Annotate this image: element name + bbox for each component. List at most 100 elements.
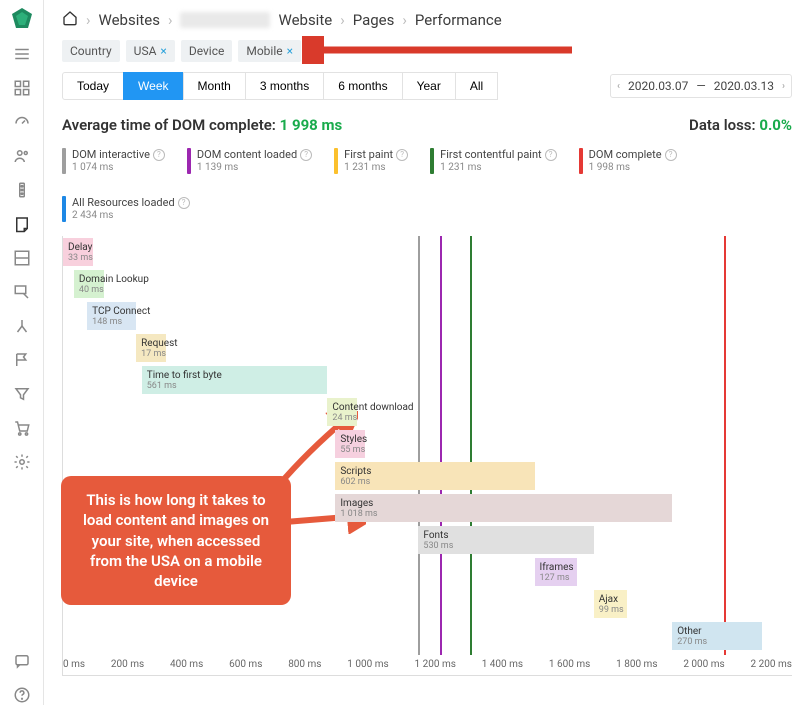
note-icon[interactable]: [12, 214, 32, 234]
chevron-right-icon: ›: [340, 11, 345, 29]
traffic-icon[interactable]: [12, 180, 32, 200]
cart-icon[interactable]: [12, 418, 32, 438]
axis-tick: 800 ms: [288, 659, 321, 675]
range-3months[interactable]: 3 months: [245, 72, 324, 100]
axis-tick: 2 000 ms: [683, 659, 724, 675]
waterfall-bar[interactable]: Time to first byte561 ms: [142, 366, 328, 394]
waterfall-bar[interactable]: Ajax99 ms: [594, 590, 627, 618]
breadcrumb: › Websites › Website › Pages › Performan…: [62, 10, 792, 30]
waterfall-bar[interactable]: Images1 018 ms: [335, 494, 672, 522]
waterfall-bar[interactable]: Iframes127 ms: [535, 558, 577, 586]
waterfall-bar[interactable]: Scripts602 ms: [335, 462, 534, 490]
bc-sitename-blurred: [180, 12, 270, 28]
waterfall-bar[interactable]: Delay33 ms: [63, 238, 93, 266]
axis-tick: 400 ms: [170, 659, 203, 675]
legend-item[interactable]: DOM interactive ? 1 074 ms: [62, 148, 165, 174]
home-icon[interactable]: [62, 10, 78, 30]
waterfall-bar[interactable]: Request17 ms: [136, 334, 166, 362]
help-icon[interactable]: ?: [396, 149, 408, 161]
kpi-loss-value: 0.0%: [759, 116, 792, 134]
sidebar: [0, 0, 44, 705]
chart-legend: DOM interactive ? 1 074 ms DOM content l…: [62, 148, 792, 222]
date-from: 2020.03.07: [628, 79, 688, 93]
help-icon[interactable]: ?: [153, 149, 165, 161]
waterfall-bar[interactable]: TCP Connect148 ms: [87, 302, 136, 330]
metric-vline: [440, 236, 442, 655]
chevron-right-icon: ›: [402, 11, 407, 29]
help-icon[interactable]: ?: [665, 149, 677, 161]
chevron-right-icon: ›: [86, 11, 91, 29]
date-to: 2020.03.13: [714, 79, 774, 93]
axis-tick: 0 ms: [63, 659, 85, 675]
range-all[interactable]: All: [455, 72, 498, 100]
legend-item[interactable]: DOM complete ? 1 998 ms: [579, 148, 677, 174]
kpi-loss-label: Data loss:: [689, 116, 756, 134]
axis-tick: 1 200 ms: [415, 659, 456, 675]
chevron-left-icon[interactable]: ‹: [617, 81, 620, 92]
legend-item[interactable]: First contentful paint ? 1 231 ms: [430, 148, 557, 174]
legend-item[interactable]: DOM content loaded ? 1 139 ms: [187, 148, 312, 174]
chevron-right-icon[interactable]: ›: [782, 81, 785, 92]
close-icon[interactable]: ×: [160, 44, 166, 58]
axis-tick: 600 ms: [229, 659, 262, 675]
range-year[interactable]: Year: [402, 72, 456, 100]
waterfall-bar[interactable]: Styles55 ms: [335, 430, 365, 458]
gear-icon[interactable]: [12, 452, 32, 472]
range-6months[interactable]: 6 months: [323, 72, 402, 100]
axis-tick: 1 600 ms: [549, 659, 590, 675]
date-picker[interactable]: ‹ 2020.03.07 — 2020.03.13 ›: [610, 74, 792, 98]
legend-item[interactable]: First paint ? 1 231 ms: [334, 148, 408, 174]
annotation-callout: This is how long it takes to load conten…: [61, 476, 291, 605]
dashboard-icon[interactable]: [12, 78, 32, 98]
flag-icon[interactable]: [12, 350, 32, 370]
bc-websites[interactable]: Websites: [99, 11, 160, 29]
chat-icon[interactable]: [12, 651, 32, 671]
bc-site[interactable]: Website: [278, 11, 332, 29]
metric-vline: [724, 236, 726, 655]
axis-tick: 200 ms: [111, 659, 144, 675]
chip-device-value[interactable]: Mobile×: [238, 40, 301, 62]
chip-country-value[interactable]: USA×: [126, 40, 175, 62]
help-icon[interactable]: ?: [300, 149, 312, 161]
waterfall-bar[interactable]: Domain Lookup40 ms: [74, 270, 104, 298]
waterfall-bar[interactable]: Content download24 ms: [327, 398, 357, 426]
range-today[interactable]: Today: [62, 72, 124, 100]
help-icon[interactable]: ?: [545, 149, 557, 161]
kpi-avg-label: Average time of DOM complete:: [62, 116, 276, 134]
help-icon[interactable]: ?: [178, 197, 190, 209]
metric-vline: [470, 236, 472, 655]
chip-country-label: Country: [62, 40, 120, 62]
bc-performance: Performance: [415, 11, 502, 29]
metric-vline: [418, 236, 420, 655]
range-month[interactable]: Month: [183, 72, 246, 100]
main-content: › Websites › Website › Pages › Performan…: [44, 0, 800, 705]
app-logo: [10, 6, 34, 30]
gauge-icon[interactable]: [12, 112, 32, 132]
kpi-avg-value: 1 998 ms: [280, 116, 343, 134]
time-range-row: Today Week Month 3 months 6 months Year …: [62, 72, 792, 100]
merge-icon[interactable]: [12, 316, 32, 336]
axis-tick: 1 800 ms: [616, 659, 657, 675]
users-icon[interactable]: [12, 146, 32, 166]
axis-tick: 1 000 ms: [347, 659, 388, 675]
filter-chips: Country USA× Device Mobile× ×: [62, 40, 792, 62]
annotation-arrow-top: [302, 36, 582, 64]
waterfall-chart: This is how long it takes to load conten…: [62, 236, 792, 676]
help-icon[interactable]: [12, 685, 32, 705]
close-icon[interactable]: ×: [287, 44, 293, 58]
chevron-right-icon: ›: [168, 11, 173, 29]
filter-icon[interactable]: [12, 384, 32, 404]
cursor-icon[interactable]: [12, 282, 32, 302]
range-week[interactable]: Week: [123, 72, 183, 100]
axis-tick: 2 200 ms: [751, 659, 792, 675]
menu-icon[interactable]: [12, 44, 32, 64]
bc-pages[interactable]: Pages: [353, 11, 395, 29]
layout-icon[interactable]: [12, 248, 32, 268]
kpi-row: Average time of DOM complete: 1 998 ms D…: [62, 116, 792, 134]
chart-x-axis: 0 ms 200 ms 400 ms 600 ms 800 ms 1 000 ms 1 20…: [63, 655, 792, 675]
chip-device-label: Device: [181, 40, 233, 62]
legend-item[interactable]: All Resources loaded ? 2 434 ms: [62, 196, 190, 222]
waterfall-bar[interactable]: Other270 ms: [672, 622, 761, 650]
waterfall-bar[interactable]: Fonts530 ms: [418, 526, 593, 554]
axis-tick: 1 400 ms: [482, 659, 523, 675]
